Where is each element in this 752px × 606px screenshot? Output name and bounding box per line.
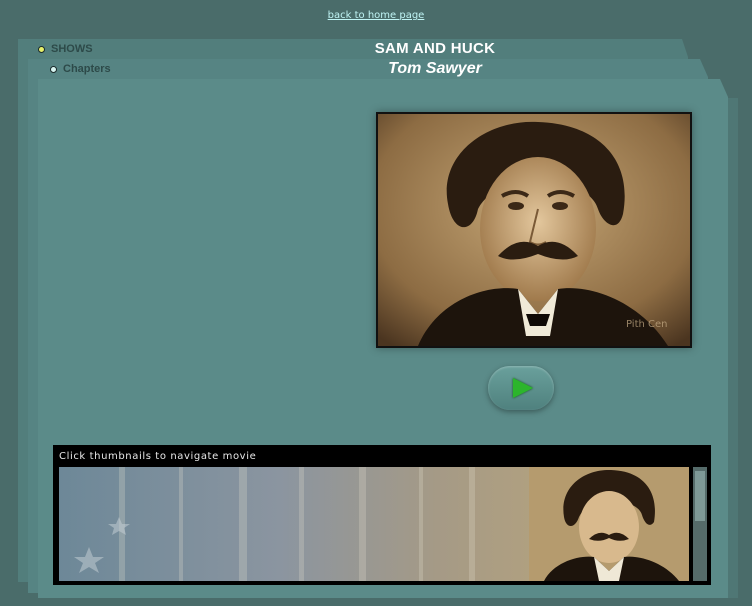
filmstrip-image (59, 467, 689, 581)
filmstrip-thumbnails[interactable] (59, 467, 689, 581)
play-button[interactable] (488, 366, 554, 410)
back-to-home-link[interactable]: back to home page (0, 10, 752, 21)
bullet-icon (38, 45, 45, 53)
nav-chapters[interactable]: Chapters (50, 63, 111, 75)
portrait-image: Pith Cen (378, 114, 690, 346)
portrait-photo: Pith Cen (376, 112, 692, 348)
filmstrip: Click thumbnails to navigate movie (53, 445, 711, 585)
chapter-title: Tom Sawyer (388, 60, 482, 77)
play-icon (513, 378, 533, 398)
nav-shows-label: SHOWS (51, 43, 93, 55)
bullet-icon (50, 65, 57, 73)
scrollbar-thumb[interactable] (695, 471, 705, 521)
panel-shadow (728, 98, 738, 598)
nav-shows[interactable]: SHOWS (38, 43, 93, 55)
show-title: SAM AND HUCK (374, 40, 496, 57)
nav-chapters-label: Chapters (63, 63, 111, 75)
filmstrip-instruction: Click thumbnails to navigate movie (59, 451, 257, 462)
photo-watermark: Pith Cen (626, 319, 668, 330)
filmstrip-scrollbar[interactable] (693, 467, 707, 581)
